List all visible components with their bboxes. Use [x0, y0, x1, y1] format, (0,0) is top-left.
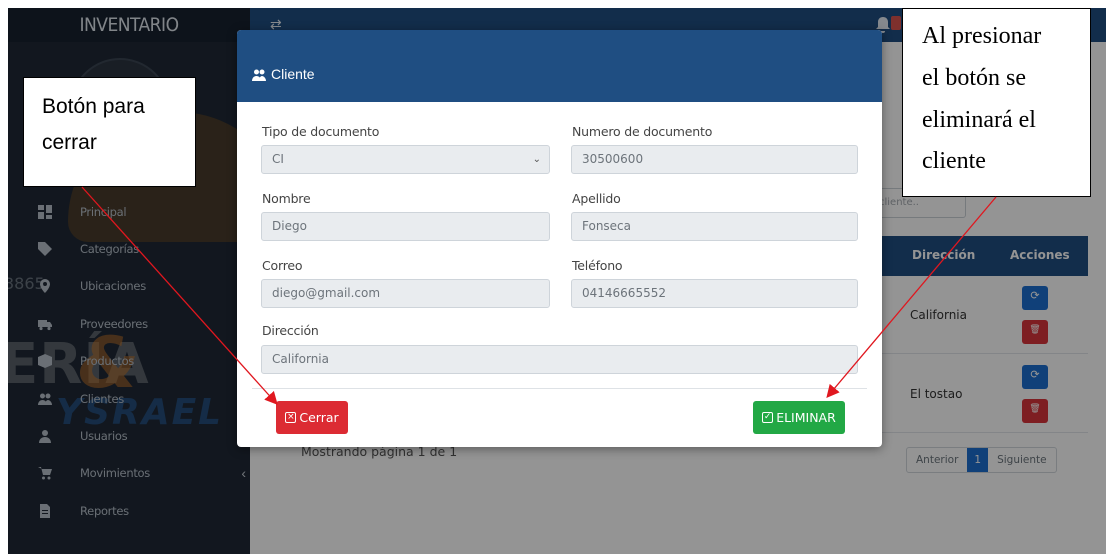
doc-number-field[interactable]: 30500600 — [571, 145, 858, 174]
address-label: Dirección — [262, 323, 319, 338]
email-label: Correo — [262, 258, 303, 273]
callout-line: el botón se — [922, 65, 1026, 91]
check-icon: ✓ — [762, 412, 774, 423]
callout-line: Al presionar — [922, 23, 1042, 49]
phone-label: Teléfono — [572, 258, 623, 273]
client-modal: Cliente Tipo de documento CI ⌄ Numero de… — [237, 30, 882, 447]
delete-button-label: ELIMINAR — [776, 410, 836, 425]
callout-line: cerrar — [42, 131, 97, 154]
modal-header: Cliente — [237, 30, 882, 102]
close-button[interactable]: × Cerrar — [276, 401, 348, 434]
email-field[interactable]: diego@gmail.com — [261, 279, 550, 308]
users-icon — [252, 69, 266, 81]
close-button-label: Cerrar — [299, 410, 339, 425]
callout-delete-annotation: Al presionar el botón se eliminará el cl… — [902, 8, 1091, 197]
delete-client-button[interactable]: ✓ ELIMINAR — [753, 401, 845, 434]
callout-close-annotation: Botón para cerrar — [23, 77, 196, 187]
callout-line: cliente — [922, 148, 986, 174]
close-icon: × — [285, 412, 297, 423]
phone-field[interactable]: 04146665552 — [571, 279, 858, 308]
modal-title: Cliente — [271, 66, 315, 82]
doc-type-value: CI — [272, 152, 284, 166]
doc-type-select[interactable]: CI ⌄ — [261, 145, 550, 174]
doc-number-label: Numero de documento — [572, 124, 713, 139]
doc-type-label: Tipo de documento — [262, 124, 380, 139]
callout-line: eliminará el — [922, 107, 1036, 133]
last-name-label: Apellido — [572, 191, 621, 206]
screenshot-stage: INVENTARIO 3865 ERÍA & YSRAEL Principal … — [0, 0, 1106, 554]
chevron-down-icon: ⌄ — [532, 154, 541, 165]
address-field[interactable]: California — [261, 345, 858, 374]
first-name-label: Nombre — [262, 191, 311, 206]
last-name-field[interactable]: Fonseca — [571, 212, 858, 241]
modal-footer-divider — [252, 388, 867, 389]
first-name-field[interactable]: Diego — [261, 212, 550, 241]
callout-line: Botón para — [42, 95, 145, 118]
